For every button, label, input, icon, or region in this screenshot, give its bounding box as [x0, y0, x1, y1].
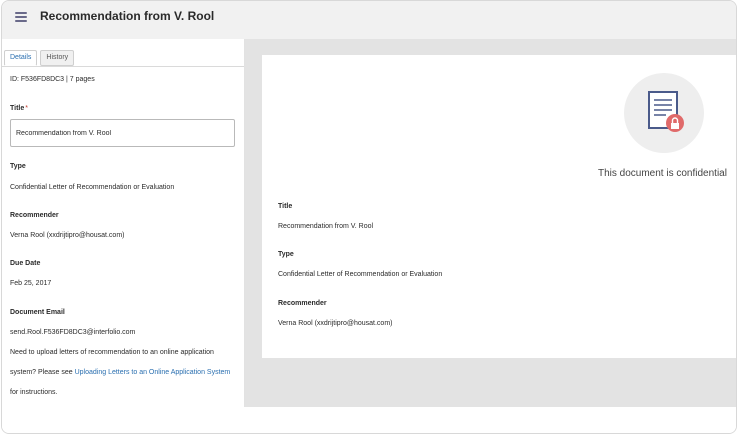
top-bar: Recommendation from V. Rool — [2, 1, 736, 40]
document-preview: This document is confidential Title Reco… — [262, 55, 736, 358]
document-id: ID: F536FD8DC3 | 7 pages — [10, 76, 95, 83]
recommender-label: Recommender — [10, 212, 59, 219]
details-panel: Details History ID: F536FD8DC3 | 7 pages … — [2, 39, 245, 407]
due-date-value: Feb 25, 2017 — [10, 280, 52, 287]
doc-type-value: Confidential Letter of Recommendation or… — [278, 271, 443, 278]
title-input[interactable] — [10, 119, 235, 147]
tab-divider — [2, 66, 244, 67]
required-marker: * — [25, 105, 28, 112]
type-label: Type — [10, 163, 26, 170]
type-value: Confidential Letter of Recommendation or… — [10, 184, 175, 191]
help-text-line-1: Need to upload letters of recommendation… — [10, 349, 214, 356]
uploading-letters-link[interactable]: Uploading Letters to an Online Applicati… — [75, 369, 231, 376]
menu-icon[interactable] — [15, 11, 29, 23]
due-date-label: Due Date — [10, 260, 41, 267]
doc-recommender-value: Verna Rool (xxdrijtipro@housat.com) — [278, 320, 393, 327]
footer-strip — [2, 407, 736, 433]
page-title: Recommendation from V. Rool — [40, 9, 215, 23]
confidential-document-icon — [648, 91, 684, 132]
app-window: Recommendation from V. Rool Details Histo… — [1, 0, 737, 434]
doc-recommender-label: Recommender — [278, 300, 327, 307]
confidential-message: This document is confidential — [598, 168, 727, 179]
document-email-label: Document Email — [10, 309, 65, 316]
help-text-line-2: system? Please see Uploading Letters to … — [10, 369, 231, 376]
tab-bar: Details History — [4, 50, 77, 66]
document-email-value: send.Rool.F536FD8DC3@interfolio.com — [10, 329, 136, 336]
recommender-value: Verna Rool (xxdrijtipro@housat.com) — [10, 232, 125, 239]
doc-title-label: Title — [278, 203, 293, 210]
tab-history[interactable]: History — [40, 50, 75, 66]
title-label: Title* — [10, 105, 28, 112]
doc-type-label: Type — [278, 251, 294, 258]
doc-title-value: Recommendation from V. Rool — [278, 223, 374, 230]
help-text-line-3: for instructions. — [10, 389, 58, 396]
confidential-icon-circle — [624, 73, 704, 153]
tab-details[interactable]: Details — [4, 50, 38, 66]
